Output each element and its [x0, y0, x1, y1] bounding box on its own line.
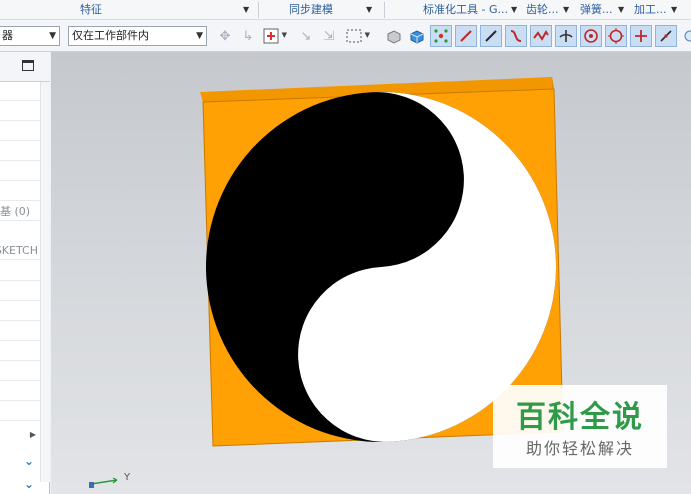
move-icon[interactable]: ✥: [214, 25, 236, 47]
scroll-right-icon[interactable]: ▶: [26, 429, 40, 441]
watermark-badge: 百科全说 助你轻松解决: [493, 385, 667, 468]
part-navigator-panel: (0) 基 SKETCH ▶ ⌄ ⌄: [0, 52, 50, 494]
chevron-down-icon: ▼: [196, 31, 203, 41]
snap-icon[interactable]: ↳: [237, 25, 259, 47]
ribbon-group-sync-dropdown[interactable]: ▼: [366, 0, 376, 20]
chevron-down-icon[interactable]: ⌄: [22, 478, 36, 490]
merge-icon[interactable]: ⇲: [318, 25, 340, 47]
navigator-header: [0, 52, 50, 82]
coordinate-triad-icon: [89, 477, 118, 488]
chevron-down-icon: ▼: [511, 5, 518, 14]
ribbon-group-std-dropdown[interactable]: ▼: [511, 0, 521, 20]
insert-point-icon[interactable]: ▼: [260, 25, 287, 47]
list-item[interactable]: [0, 362, 40, 381]
list-item[interactable]: [0, 162, 40, 181]
chevron-down-icon: ▼: [618, 5, 625, 14]
selection-toolbar: 器 ▼ 仅在工作部件内 ▼ ✥ ↳ ▼ ↘ ⇲ ▼: [0, 20, 691, 52]
type-filter-value: 器: [2, 29, 13, 42]
ribbon-group-gear-dropdown[interactable]: ▼: [563, 0, 573, 20]
circle-icon[interactable]: [605, 25, 627, 47]
intersection-icon[interactable]: [555, 25, 577, 47]
list-item-label: (0) 基: [0, 205, 31, 218]
list-item[interactable]: [0, 302, 40, 321]
ribbon-group-spring[interactable]: 弹簧...: [580, 0, 613, 20]
list-item[interactable]: [0, 402, 40, 421]
selection-scope-select[interactable]: 仅在工作部件内 ▼: [68, 26, 207, 46]
list-item[interactable]: [0, 282, 40, 301]
solid-icon[interactable]: [406, 25, 428, 47]
chevron-down-icon: ▼: [243, 5, 250, 14]
list-item[interactable]: [0, 382, 40, 401]
line-icon[interactable]: [455, 25, 477, 47]
navigator-scrollbar[interactable]: [40, 82, 50, 482]
list-item[interactable]: [0, 322, 40, 341]
chevron-down-icon: ▼: [364, 31, 370, 39]
ribbon-group-strip: 特征 ▼ 同步建模 ▼ 标准化工具 - G... ▼ 齿轮... ▼ 弹簧...…: [0, 0, 691, 20]
chevron-down-icon: ▼: [49, 31, 56, 41]
list-item[interactable]: (0) 基: [0, 202, 40, 221]
chevron-down-icon: ▼: [281, 31, 287, 39]
crosshair-icon[interactable]: [630, 25, 652, 47]
list-item[interactable]: [0, 82, 40, 101]
list-item[interactable]: SKETCH: [0, 241, 40, 260]
ribbon-group-features-dropdown[interactable]: ▼: [243, 0, 253, 20]
ribbon-group-features[interactable]: 特征: [80, 0, 102, 20]
zoom-icon[interactable]: [679, 25, 691, 47]
selection-scope-value: 仅在工作部件内: [72, 29, 149, 42]
ribbon-group-sync-modeling[interactable]: 同步建模: [289, 0, 333, 20]
block-icon[interactable]: [383, 25, 405, 47]
list-item[interactable]: [0, 102, 40, 121]
list-item-label: SKETCH: [0, 244, 38, 257]
list-item[interactable]: [0, 142, 40, 161]
wave-icon[interactable]: [530, 25, 552, 47]
ribbon-group-machining-dropdown[interactable]: ▼: [671, 0, 681, 20]
draw-line-icon[interactable]: [480, 25, 502, 47]
select-box-icon[interactable]: ▼: [343, 25, 370, 47]
target-center-icon[interactable]: [580, 25, 602, 47]
chevron-down-icon: ▼: [366, 5, 373, 14]
list-item[interactable]: [0, 122, 40, 141]
triad-axis-label: Y: [124, 472, 131, 483]
grid-points-icon[interactable]: [430, 25, 452, 47]
list-item[interactable]: [0, 182, 40, 201]
slash-icon[interactable]: [655, 25, 677, 47]
watermark-subtitle: 助你轻松解决: [525, 439, 634, 458]
list-item[interactable]: [0, 262, 40, 281]
chevron-down-icon: ▼: [671, 5, 678, 14]
ribbon-group-spring-dropdown[interactable]: ▼: [618, 0, 628, 20]
ribbon-separator: [258, 2, 259, 18]
list-item[interactable]: [0, 342, 40, 361]
ribbon-group-std-tools[interactable]: 标准化工具 - G...: [423, 0, 508, 20]
ribbon-group-machining[interactable]: 加工...: [634, 0, 667, 20]
ribbon-group-gear[interactable]: 齿轮...: [526, 0, 559, 20]
maximize-icon[interactable]: [22, 60, 34, 71]
ribbon-separator: [384, 2, 385, 18]
type-filter-select[interactable]: 器 ▼: [0, 26, 60, 46]
spline-icon[interactable]: [505, 25, 527, 47]
chevron-down-icon: ▼: [563, 5, 570, 14]
chevron-down-icon[interactable]: ⌄: [22, 455, 36, 467]
snap-arrow-icon[interactable]: ↘: [295, 25, 317, 47]
watermark-title: 百科全说: [516, 400, 644, 435]
